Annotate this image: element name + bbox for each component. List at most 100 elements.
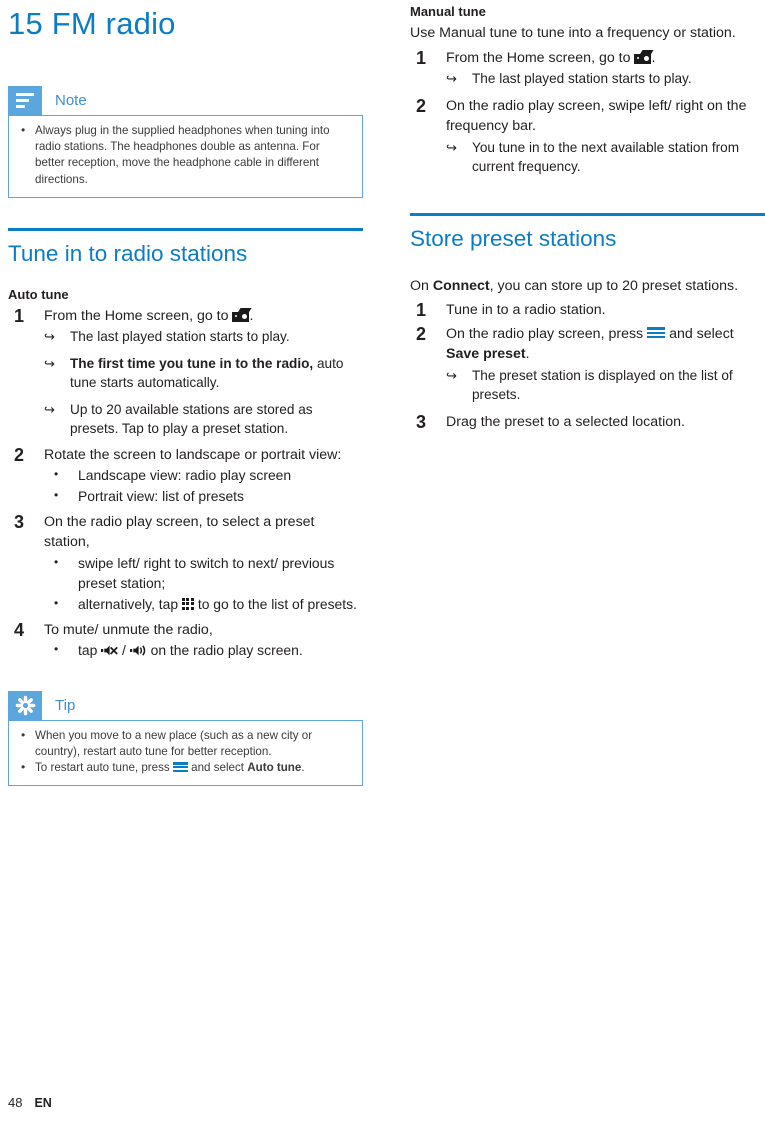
bullet-item: • Landscape view: radio play screen — [44, 465, 363, 485]
section-divider — [8, 227, 363, 231]
bullet-item: • tap / on the radio play screen. — [44, 640, 363, 660]
step-item: 2 On the radio play screen, swipe left/ … — [410, 96, 765, 177]
arrow-icon: ↪ — [446, 367, 457, 383]
tip-text-bold: Auto tune — [247, 761, 302, 774]
left-column: 15 FM radio Note Always plug in the supp… — [8, 0, 363, 787]
arrow-icon: ↪ — [446, 139, 457, 155]
step-number: 2 — [14, 444, 25, 465]
bullet-dot: • — [54, 642, 59, 657]
bullet-text: alternatively, tap — [78, 595, 179, 612]
auto-tune-steps: 1 From the Home screen, go to . ↪ The la… — [8, 306, 363, 661]
step-text: From the Home screen, go to — [446, 49, 631, 66]
store-section: Store preset stations On Connect, you ca… — [410, 212, 765, 433]
grid-icon — [181, 597, 194, 610]
radio-icon — [232, 307, 253, 322]
step-number: 4 — [14, 619, 25, 640]
bullet-dot: • — [54, 487, 59, 502]
arrow-icon: ↪ — [44, 329, 55, 345]
step-bullets: • tap / on the radio play screen. — [44, 640, 363, 660]
footer-language: EN — [34, 1096, 52, 1110]
step-number: 3 — [14, 511, 25, 532]
tip-callout-body: When you move to a new place (such as a … — [8, 719, 363, 787]
mute-icon — [101, 642, 118, 656]
store-section-intro: On Connect, you can store up to 20 prese… — [410, 276, 765, 297]
result-text: The last played station starts to play. — [70, 329, 290, 345]
tune-section-heading: Tune in to radio stations — [8, 240, 248, 266]
note-lines-icon — [8, 86, 42, 115]
speaker-icon — [129, 642, 147, 656]
page-title: 15 FM radio — [8, 6, 176, 41]
tip-callout-title: Tip — [55, 696, 76, 714]
step-results: ↪ The preset station is displayed on the… — [446, 366, 765, 405]
tip-text: To restart auto tune, press — [35, 761, 170, 774]
step-text: Tune in to a radio station. — [446, 302, 606, 318]
step-number: 1 — [416, 300, 427, 320]
result-item: ↪ You tune in to the next available stat… — [446, 138, 765, 177]
menu-icon — [647, 327, 666, 339]
tip-asterisk-icon — [8, 690, 42, 720]
result-item: ↪ The last played station starts to play… — [44, 327, 363, 347]
tip-item: To restart auto tune, press and select A… — [19, 759, 352, 776]
footer-page-number: 48 — [8, 1095, 23, 1110]
arrow-icon: ↪ — [446, 71, 457, 86]
note-callout-header: Note — [8, 86, 363, 115]
note-callout-title: Note — [55, 92, 87, 109]
tip-text: and select — [191, 761, 245, 774]
section-divider — [410, 212, 765, 216]
step-text: From the Home screen, go to — [44, 307, 229, 324]
step-text-mid: and select — [669, 325, 734, 342]
step-number: 1 — [416, 47, 427, 68]
bullet-text: Portrait view: list of presets — [78, 487, 244, 504]
step-text: Rotate the screen to landscape or portra… — [44, 446, 342, 463]
bullet-dot: • — [54, 467, 59, 482]
auto-tune-subheading: Auto tune — [8, 286, 69, 302]
right-column: Manual tune Use Manual tune to tune into… — [410, 0, 765, 432]
step-item: 3 On the radio play screen, to select a … — [8, 512, 363, 614]
step-item: 3 Drag the preset to a selected location… — [410, 412, 765, 433]
step-number: 1 — [14, 305, 25, 326]
bullet-item: • alternatively, tap to go to the list o… — [44, 594, 363, 614]
step-number: 2 — [416, 323, 427, 344]
menu-icon — [172, 762, 188, 772]
radio-icon — [634, 49, 655, 64]
manual-tune-steps: 1 From the Home screen, go to . ↪ The la… — [410, 48, 765, 177]
arrow-icon: ↪ — [44, 355, 55, 371]
bullet-item: • swipe left/ right to switch to next/ p… — [44, 553, 363, 594]
step-results: ↪ You tune in to the next available stat… — [446, 138, 765, 177]
bullet-text-suffix: to go to the list of presets. — [197, 595, 357, 612]
result-item: ↪ The first time you tune in to the radi… — [44, 354, 363, 393]
bullet-text: Landscape view: radio play screen — [78, 467, 292, 484]
intro-text-bold: Connect — [432, 277, 490, 294]
step-text: On the radio play screen, to select a pr… — [44, 513, 315, 551]
bullet-text: tap — [78, 642, 98, 659]
step-text-bold: Save preset — [446, 346, 526, 362]
step-item: 1 Tune in to a radio station. — [410, 300, 765, 321]
manual-tune-subheading: Manual tune — [410, 4, 486, 19]
arrow-icon: ↪ — [44, 401, 55, 417]
bullet-dot: • — [54, 595, 59, 610]
step-text: Drag the preset to a selected location. — [446, 413, 685, 430]
tip-callout-header: Tip — [8, 690, 363, 720]
bullet-item: • Portrait view: list of presets — [44, 486, 363, 506]
step-number: 3 — [416, 411, 427, 432]
step-bullets: • Landscape view: radio play screen • Po… — [44, 465, 363, 506]
step-bullets: • swipe left/ right to switch to next/ p… — [44, 553, 363, 614]
step-item: 2 On the radio play screen, press and se… — [410, 324, 765, 405]
step-item: 1 From the Home screen, go to . ↪ The la… — [410, 48, 765, 89]
store-steps: 1 Tune in to a radio station. 2 On the r… — [410, 300, 765, 432]
step-item: 4 To mute/ unmute the radio, • tap / on … — [8, 620, 363, 661]
step-text: On the radio play screen, press — [446, 325, 644, 342]
bullet-text-suffix: on the radio play screen. — [150, 642, 303, 659]
step-text: On the radio play screen, swipe left/ ri… — [446, 97, 747, 135]
step-number: 2 — [416, 95, 427, 116]
step-item: 2 Rotate the screen to landscape or port… — [8, 445, 363, 506]
tune-section: Tune in to radio stations Auto tune 1 Fr… — [8, 227, 363, 661]
store-section-heading: Store preset stations — [410, 225, 617, 251]
result-text: The preset station is displayed on the l… — [472, 367, 733, 403]
step-results: ↪ The last played station starts to play… — [446, 69, 765, 89]
result-item: ↪ Up to 20 available stations are stored… — [44, 400, 363, 439]
manual-page: 15 FM radio Note Always plug in the supp… — [0, 0, 765, 1123]
manual-tune-intro: Use Manual tune to tune into a frequency… — [410, 25, 736, 41]
result-text: You tune in to the next available statio… — [472, 139, 740, 175]
note-callout: Note Always plug in the supplied headpho… — [8, 86, 363, 198]
